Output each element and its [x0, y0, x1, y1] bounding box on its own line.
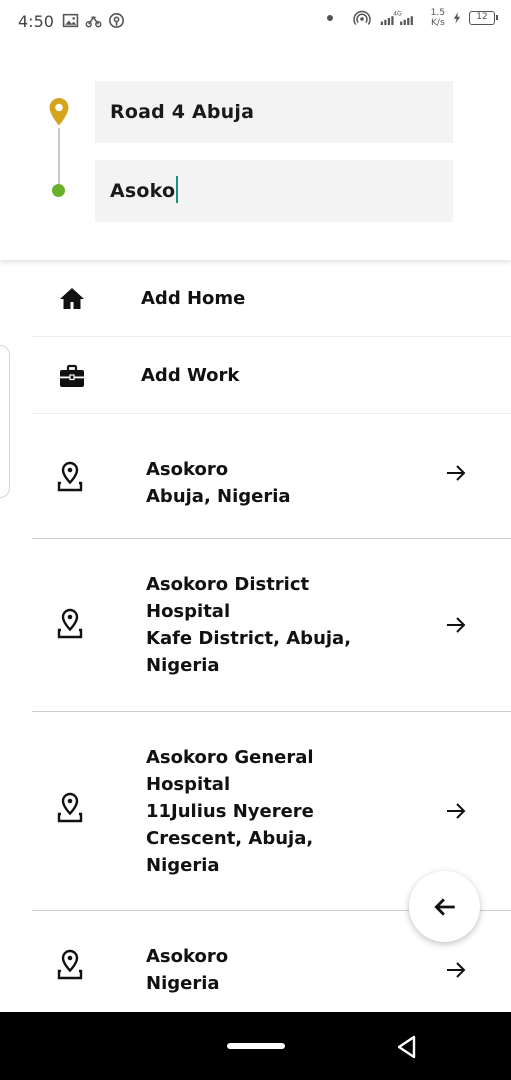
arrow-right-icon — [447, 803, 466, 819]
signal-icon: 4G — [380, 10, 413, 26]
network-type: 4G — [393, 10, 402, 17]
add-home-row[interactable]: Add Home — [0, 260, 511, 337]
status-bar: 4:50 4G 1.5 K/s 12 — [0, 0, 511, 44]
route-panel: Road 4 Abuja Asoko — [0, 44, 511, 260]
text-caret — [176, 176, 179, 203]
edge-peek-card[interactable] — [0, 345, 10, 498]
result-text: Asokoro Nigeria — [146, 946, 229, 994]
system-nav-bar — [0, 1012, 511, 1080]
origin-input-value: Road 4 Abuja — [110, 101, 255, 123]
origin-input[interactable]: Road 4 Abuja — [95, 81, 453, 143]
arrow-left-icon — [433, 897, 455, 916]
destination-input-value: Asoko — [110, 180, 176, 202]
system-icons: 4G 1.5 K/s 12 — [326, 8, 498, 28]
result-row[interactable]: Asokoro District Hospital Kafe District,… — [0, 539, 511, 712]
result-text: Asokoro General Hospital 11Julius Nyerer… — [146, 747, 314, 876]
notification-icons — [62, 12, 125, 29]
result-text: Asokoro District Hospital Kafe District,… — [146, 574, 352, 676]
notification-dot-icon — [326, 15, 333, 21]
location-pin-icon — [57, 949, 83, 980]
result-text: Asokoro Abuja, Nigeria — [146, 459, 291, 507]
home-icon — [60, 288, 84, 309]
charging-icon — [453, 12, 461, 24]
network-speed: 1.5 K/s — [430, 8, 445, 28]
gallery-icon — [62, 13, 79, 28]
arrow-right-icon — [447, 465, 466, 481]
home-gesture-bar[interactable] — [227, 1043, 285, 1049]
route-connector-line — [58, 128, 60, 184]
arrow-right-icon — [447, 617, 466, 633]
result-row[interactable]: Asokoro Abuja, Nigeria — [0, 414, 511, 539]
scooter-icon — [85, 16, 102, 28]
status-time: 4:50 — [18, 12, 54, 31]
location-pin-icon — [57, 792, 83, 823]
briefcase-icon — [60, 364, 84, 387]
hotspot-icon — [352, 10, 371, 25]
location-pin-icon — [57, 461, 83, 492]
back-fab-button[interactable] — [409, 871, 480, 942]
location-pin-icon — [57, 608, 83, 639]
add-home-label: Add Home — [141, 288, 246, 309]
destination-input[interactable]: Asoko — [95, 160, 453, 222]
destination-dot-icon — [52, 184, 65, 197]
battery-icon: 12 — [469, 11, 498, 25]
location-app-icon — [109, 13, 124, 28]
add-work-label: Add Work — [141, 365, 240, 386]
nav-back-triangle-icon[interactable] — [393, 1033, 421, 1061]
origin-pin-icon — [49, 98, 69, 126]
arrow-right-icon — [447, 962, 466, 978]
add-work-row[interactable]: Add Work — [0, 337, 511, 414]
